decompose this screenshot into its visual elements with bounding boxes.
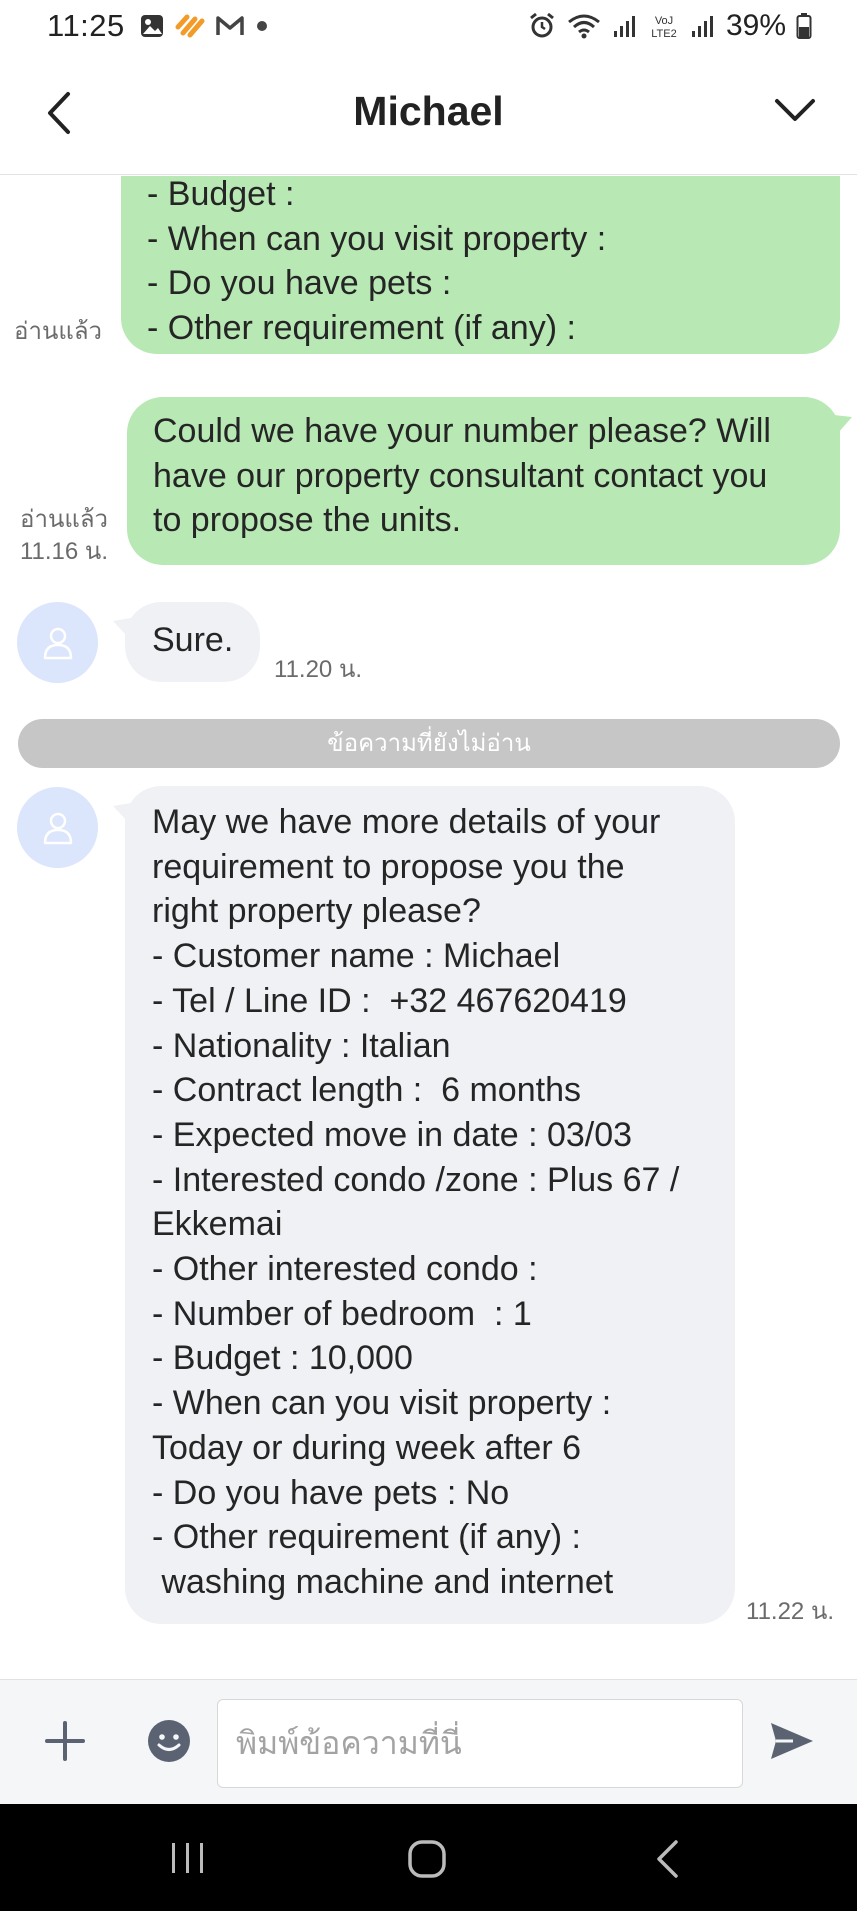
message-line: - Number of bedroom : 1 xyxy=(152,1294,532,1333)
status-bar: 11:25 VoJ LTE2 39% xyxy=(0,0,857,52)
network-label: LTE2 xyxy=(651,28,676,40)
user-icon xyxy=(43,627,72,659)
wifi-icon xyxy=(568,14,600,39)
message-line: - Other requirement (if any) : xyxy=(152,1518,581,1557)
notification-icons xyxy=(139,13,269,39)
message-input[interactable] xyxy=(217,1699,743,1788)
message-time: 11.20 น. xyxy=(274,656,363,683)
gmail-icon xyxy=(216,16,244,35)
home-icon xyxy=(408,1840,446,1878)
message-line: - When can you visit property : xyxy=(152,1384,612,1423)
message-line: have our property consultant contact you xyxy=(153,456,768,495)
message-line: right property please? xyxy=(152,892,481,931)
chat-header: Michael xyxy=(0,60,857,175)
message-list[interactable]: อ่านแล้ว - Budget : - When can you visit… xyxy=(0,176,857,1679)
dot-icon xyxy=(256,21,267,31)
shopee-icon xyxy=(175,14,205,38)
recent-apps-icon xyxy=(172,1843,203,1873)
add-attachment-button[interactable] xyxy=(44,1720,86,1762)
outgoing-message[interactable]: - Budget : - When can you visit property… xyxy=(121,176,840,354)
message-line: May we have more details of your xyxy=(152,803,661,841)
alarm-icon xyxy=(530,12,554,38)
message-line: - Expected move in date : 03/03 xyxy=(152,1115,633,1154)
incoming-message[interactable]: Sure. xyxy=(125,602,260,682)
unread-divider: ข้อความที่ยังไม่อ่าน xyxy=(18,719,840,768)
message-line: washing machine and internet xyxy=(152,1562,614,1601)
message-line: Could we have your number please? Will xyxy=(153,412,771,450)
volte-icon: VoJLTE2 xyxy=(651,15,676,40)
read-receipt: อ่านแล้ว xyxy=(14,318,102,345)
back-arrow-icon xyxy=(657,1840,678,1878)
system-icons: VoJ LTE2 39% xyxy=(528,9,812,43)
clock-time: 11:25 xyxy=(47,8,125,43)
message-input-bar xyxy=(0,1679,857,1804)
svg-text:VoJ: VoJ xyxy=(655,15,673,27)
message-line: requirement to propose you the xyxy=(152,847,625,886)
recent-apps-button[interactable] xyxy=(168,1838,208,1878)
chat-menu-button[interactable] xyxy=(773,90,817,130)
bubble-tail xyxy=(834,415,852,433)
message-line: - Tel / Line ID : +32 467620419 xyxy=(152,981,627,1020)
send-button[interactable] xyxy=(769,1720,815,1762)
message-line: - Budget : 10,000 xyxy=(152,1339,413,1378)
read-receipt: อ่านแล้ว 11.16 น. xyxy=(6,504,108,568)
signal-icon xyxy=(691,16,713,37)
battery-icon xyxy=(796,13,812,39)
message-line: - Other requirement (if any) : xyxy=(147,309,576,348)
user-icon xyxy=(43,812,72,844)
message-time: 11.22 น. xyxy=(746,1598,835,1625)
message-line: - Interested condo /zone : Plus 67 / xyxy=(152,1160,680,1199)
message-line: to propose the units. xyxy=(153,501,462,540)
incoming-message[interactable]: May we have more details of your require… xyxy=(125,786,735,1624)
outgoing-message[interactable]: Could we have your number please? Will h… xyxy=(127,397,840,565)
read-status: อ่านแล้ว xyxy=(20,506,108,533)
emoji-button[interactable] xyxy=(146,1718,192,1764)
smiley-icon xyxy=(148,1720,190,1762)
gallery-icon xyxy=(140,15,163,37)
avatar[interactable] xyxy=(17,787,98,868)
message-line: - Customer name : Michael xyxy=(152,937,561,976)
plus-icon xyxy=(45,1721,85,1761)
system-navigation-bar xyxy=(0,1804,857,1911)
home-button[interactable] xyxy=(406,1838,448,1880)
message-line: Today or during week after 6 xyxy=(152,1428,582,1467)
message-line: - Nationality : Italian xyxy=(152,1026,451,1065)
message-line: - Do you have pets : No xyxy=(152,1473,510,1512)
chevron-down-icon xyxy=(775,99,815,121)
message-line: - Budget : xyxy=(147,176,295,213)
avatar[interactable] xyxy=(17,602,98,683)
message-line: - When can you visit property : xyxy=(147,219,607,258)
message-line: Ekkemai xyxy=(152,1205,283,1244)
message-time: 11.16 น. xyxy=(19,538,108,565)
message-line: - Other interested condo : xyxy=(152,1250,538,1289)
battery-percent: 39% xyxy=(725,9,786,42)
message-line: - Do you have pets : xyxy=(147,264,452,303)
chat-title[interactable]: Michael xyxy=(0,88,857,135)
system-back-button[interactable] xyxy=(654,1838,682,1880)
message-line: - Contract length : 6 months xyxy=(152,1071,581,1110)
message-text: Sure. xyxy=(152,621,234,659)
signal-icon xyxy=(613,16,635,37)
